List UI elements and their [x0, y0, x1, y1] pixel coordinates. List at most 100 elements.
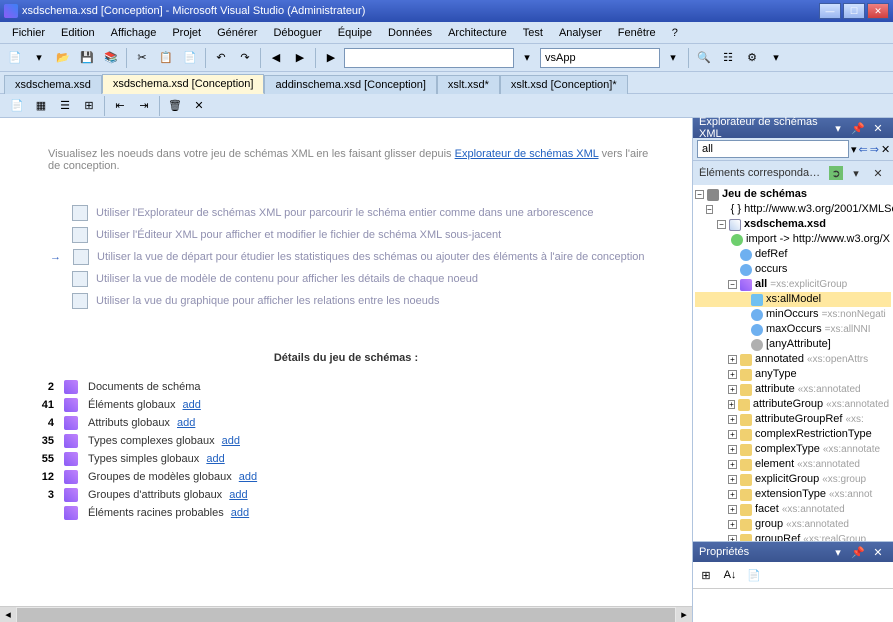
- collapse-button[interactable]: −: [695, 190, 704, 199]
- tree-row[interactable]: − { } http://www.w3.org/2001/XMLSchema: [695, 202, 891, 217]
- menu-affichage[interactable]: Affichage: [103, 25, 165, 41]
- tree-row[interactable]: maxOccurs =xs:allNNI: [695, 322, 891, 337]
- tree-row[interactable]: [anyAttribute]: [695, 337, 891, 352]
- menu-help[interactable]: ?: [664, 25, 686, 41]
- tree-row[interactable]: + groupRef «xs:realGroup: [695, 532, 891, 541]
- tree-row[interactable]: + group «xs:annotated: [695, 517, 891, 532]
- expand-button[interactable]: +: [728, 490, 737, 499]
- layers-button[interactable]: ☷: [717, 47, 739, 69]
- menu-fenetre[interactable]: Fenêtre: [610, 25, 664, 41]
- search-clear-button[interactable]: ✕: [881, 140, 890, 158]
- collapse-button[interactable]: −: [706, 205, 713, 214]
- new-project-button[interactable]: 📄: [4, 47, 26, 69]
- tab-xslt[interactable]: xslt.xsd*: [437, 75, 500, 94]
- add-link[interactable]: add: [239, 471, 257, 483]
- add-link[interactable]: add: [177, 417, 195, 429]
- tree-row[interactable]: + explicitGroup «xs:group: [695, 472, 891, 487]
- tree-row[interactable]: occurs: [695, 262, 891, 277]
- tree-row[interactable]: + annotated «xs:openAttrs: [695, 352, 891, 367]
- search-dropdown-button[interactable]: ▾: [851, 140, 857, 158]
- props-pages-button[interactable]: 📄: [743, 564, 765, 586]
- nav-back-button[interactable]: ◀: [265, 47, 287, 69]
- expand-button[interactable]: +: [728, 400, 735, 409]
- tree-row[interactable]: + element «xs:annotated: [695, 457, 891, 472]
- close-button[interactable]: ✕: [867, 3, 889, 19]
- search-next-button[interactable]: ⇒: [870, 140, 879, 158]
- tree-row[interactable]: + attributeGroupRef «xs:: [695, 412, 891, 427]
- open-button[interactable]: 📂: [52, 47, 74, 69]
- ltr-button[interactable]: ⇤: [109, 95, 131, 117]
- add-link[interactable]: add: [183, 399, 201, 411]
- add-link[interactable]: add: [231, 507, 249, 519]
- add-link[interactable]: add: [222, 435, 240, 447]
- save-button[interactable]: 💾: [76, 47, 98, 69]
- collapse-button[interactable]: −: [717, 220, 726, 229]
- add-to-workspace-button[interactable]: ➲: [829, 166, 843, 180]
- scroll-right-button[interactable]: ▸: [676, 607, 692, 622]
- tree-row[interactable]: + facet «xs:annotated: [695, 502, 891, 517]
- maximize-button[interactable]: ☐: [843, 3, 865, 19]
- view-graph-button[interactable]: ⊞: [78, 95, 100, 117]
- redo-button[interactable]: ↷: [234, 47, 256, 69]
- schema-search-input[interactable]: [697, 140, 849, 158]
- close-pane-button[interactable]: ✕: [869, 119, 887, 137]
- categorized-button[interactable]: ⊞: [695, 564, 717, 586]
- props-close-button[interactable]: ✕: [869, 543, 887, 561]
- copy-button[interactable]: 📋: [155, 47, 177, 69]
- tab-xsdschema-conception[interactable]: xsdschema.xsd [Conception]: [102, 74, 265, 94]
- option-explorer[interactable]: Utiliser l'Explorateur de schémas XML po…: [50, 202, 662, 224]
- option-graph[interactable]: Utiliser la vue du graphique pour affich…: [50, 290, 662, 312]
- menu-architecture[interactable]: Architecture: [440, 25, 515, 41]
- find-button[interactable]: 🔍: [693, 47, 715, 69]
- scroll-thumb[interactable]: [17, 608, 675, 622]
- expand-button[interactable]: +: [728, 385, 737, 394]
- solution-config-combo[interactable]: [344, 48, 514, 68]
- expand-button[interactable]: +: [728, 520, 737, 529]
- view-content-button[interactable]: ☰: [54, 95, 76, 117]
- menu-deboguer[interactable]: Déboguer: [265, 25, 329, 41]
- tree-row[interactable]: − Jeu de schémas: [695, 187, 891, 202]
- expand-button[interactable]: +: [728, 475, 737, 484]
- props-pin-icon[interactable]: 📌: [849, 543, 867, 561]
- menu-test[interactable]: Test: [515, 25, 551, 41]
- menu-donnees[interactable]: Données: [380, 25, 440, 41]
- tree-row[interactable]: import -> http://www.w3.org/X: [695, 232, 891, 247]
- paste-button[interactable]: 📄: [179, 47, 201, 69]
- tree-row[interactable]: + attributeGroup «xs:annotated: [695, 397, 891, 412]
- tree-row[interactable]: + complexRestrictionType: [695, 427, 891, 442]
- option-xml-editor[interactable]: Utiliser l'Éditeur XML pour afficher et …: [50, 224, 662, 246]
- search-prev-button[interactable]: ⇐: [859, 140, 868, 158]
- expand-button[interactable]: +: [728, 505, 737, 514]
- solution-config-dropdown[interactable]: ▾: [516, 47, 538, 69]
- tools-button[interactable]: ⚙: [741, 47, 763, 69]
- tab-xsdschema[interactable]: xsdschema.xsd: [4, 75, 102, 94]
- add-link[interactable]: add: [206, 453, 224, 465]
- tree-row[interactable]: − all =xs:explicitGroup: [695, 277, 891, 292]
- option-content-model[interactable]: Utiliser la vue de modèle de contenu pou…: [50, 268, 662, 290]
- minimize-button[interactable]: —: [819, 3, 841, 19]
- expand-button[interactable]: +: [728, 430, 737, 439]
- solution-platform-combo[interactable]: vsApp: [540, 48, 660, 68]
- menu-fichier[interactable]: Fichier: [4, 25, 53, 41]
- save-all-button[interactable]: 📚: [100, 47, 122, 69]
- horizontal-scrollbar[interactable]: ◂ ▸: [0, 606, 692, 622]
- remove-button[interactable]: ✕: [188, 95, 210, 117]
- pin-icon[interactable]: 📌: [849, 119, 867, 137]
- collapse-button[interactable]: −: [728, 280, 737, 289]
- schema-explorer-link[interactable]: Explorateur de schémas XML: [455, 148, 599, 160]
- tree-row[interactable]: xs:allModel: [695, 292, 891, 307]
- menu-projet[interactable]: Projet: [164, 25, 209, 41]
- tree-row[interactable]: minOccurs =xs:nonNegati: [695, 307, 891, 322]
- tree-row[interactable]: + anyType: [695, 367, 891, 382]
- expand-button[interactable]: +: [728, 460, 737, 469]
- view-start-button[interactable]: ▦: [30, 95, 52, 117]
- tab-addinschema-conception[interactable]: addinschema.xsd [Conception]: [264, 75, 436, 94]
- menu-analyser[interactable]: Analyser: [551, 25, 610, 41]
- start-debug-button[interactable]: ▶: [320, 47, 342, 69]
- new-item-button[interactable]: ▾: [28, 47, 50, 69]
- menu-edition[interactable]: Edition: [53, 25, 103, 41]
- tab-xslt-conception[interactable]: xslt.xsd [Conception]*: [500, 75, 628, 94]
- nav-fwd-button[interactable]: ▶: [289, 47, 311, 69]
- expand-button[interactable]: +: [728, 355, 737, 364]
- expand-button[interactable]: +: [728, 370, 737, 379]
